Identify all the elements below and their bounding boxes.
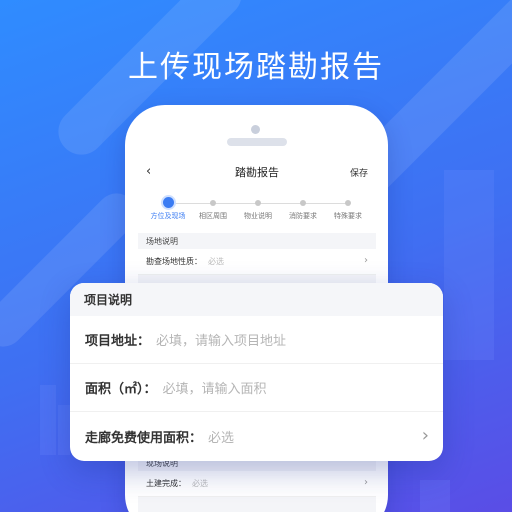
- step-fire[interactable]: 消防要求: [281, 197, 325, 221]
- card-title: 项目说明: [70, 283, 443, 316]
- step-label: 方位及现场: [150, 212, 186, 220]
- step-label: 消防要求: [289, 212, 317, 220]
- step-dot-icon: [345, 200, 351, 206]
- step-label: 相区周围: [199, 212, 227, 220]
- project-address-field[interactable]: 项目地址： 必填，请输入项目地址: [70, 316, 443, 364]
- camera-icon: [251, 125, 260, 134]
- background-building: [40, 385, 56, 455]
- project-address-input[interactable]: 必填，请输入项目地址: [156, 330, 286, 349]
- chevron-right-icon: ›: [364, 255, 368, 266]
- save-button[interactable]: 保存: [350, 166, 368, 179]
- background-building: [444, 170, 494, 360]
- nav-bar: ‹ 踏勘报告 保存: [138, 157, 376, 187]
- background-building: [58, 405, 70, 455]
- area-input[interactable]: 必填，请输入面积: [163, 378, 267, 397]
- civil-works-select[interactable]: 土建完成： 必选 ›: [138, 471, 376, 497]
- step-label: 特殊要求: [334, 212, 362, 220]
- site-nature-select[interactable]: 勘查场地性质： 必选 ›: [138, 249, 376, 275]
- lower-section: 现场说明 土建完成： 必选 ›: [138, 455, 376, 497]
- speaker-grille: [227, 138, 287, 146]
- field-label: 项目地址：: [85, 334, 151, 349]
- step-special[interactable]: 特殊要求: [326, 197, 370, 221]
- step-property[interactable]: 物业说明: [236, 197, 280, 221]
- field-label: 走廊免费使用面积：: [85, 430, 203, 446]
- headline: 上传现场踏勘报告: [128, 50, 384, 85]
- step-dot-icon: [255, 200, 261, 206]
- step-location[interactable]: 方位及现场: [146, 197, 190, 221]
- area-field[interactable]: 面积（㎡）： 必填，请输入面积: [70, 364, 443, 412]
- corridor-area-select[interactable]: 走廊免费使用面积： 必选 ›: [70, 412, 443, 460]
- step-dot-icon: [210, 200, 216, 206]
- field-value: 必选: [192, 479, 208, 488]
- stepper: 方位及现场 相区周围 物业说明 消防要求 特殊要求: [138, 187, 376, 233]
- section-label-site: 场地说明: [146, 237, 178, 246]
- field-label: 土建完成：: [146, 479, 186, 488]
- step-dot-icon: [300, 200, 306, 206]
- step-dot-icon: [162, 197, 174, 208]
- field-value: 必选: [208, 430, 235, 446]
- field-label: 面积（㎡）：: [85, 382, 157, 397]
- step-label: 物业说明: [244, 212, 272, 220]
- back-icon[interactable]: ‹: [146, 164, 151, 179]
- page-title: 踏勘报告: [235, 166, 279, 179]
- project-info-card: 项目说明 项目地址： 必填，请输入项目地址 面积（㎡）： 必填，请输入面积 走廊…: [70, 283, 443, 461]
- field-label: 勘查场地性质：: [146, 257, 202, 266]
- chevron-right-icon: ›: [364, 477, 368, 488]
- background-building: [420, 480, 450, 512]
- field-value: 必选: [208, 257, 224, 266]
- step-surroundings[interactable]: 相区周围: [191, 197, 235, 221]
- chevron-right-icon: ›: [421, 425, 429, 446]
